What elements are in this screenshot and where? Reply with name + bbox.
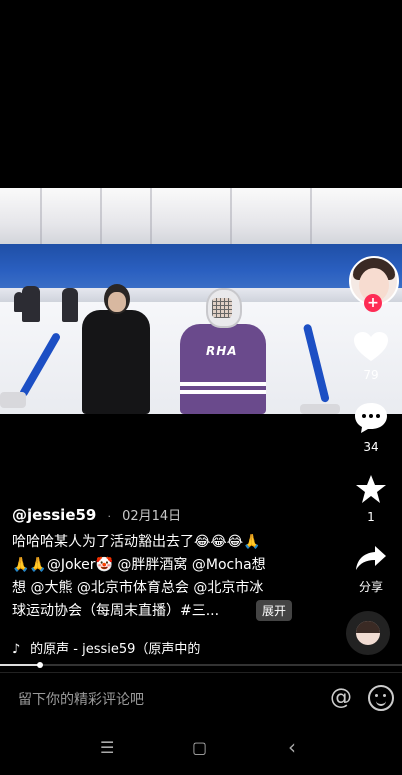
back-icon[interactable]: ‹	[288, 735, 296, 759]
comment-bubble-icon	[355, 403, 387, 433]
background-skater	[62, 288, 78, 322]
comment-button[interactable]: 34	[340, 402, 402, 454]
background-skater	[22, 286, 40, 322]
music-note-icon: ♪	[12, 642, 21, 657]
dome-rib	[310, 188, 312, 248]
hockey-player: RHA	[180, 288, 266, 414]
meta-separator: ·	[107, 510, 111, 523]
disc-avatar-hair	[356, 621, 380, 633]
arena-dome	[0, 188, 402, 248]
emoji-icon[interactable]	[368, 685, 394, 711]
share-button[interactable]: 分享	[340, 544, 402, 595]
star-icon	[356, 475, 386, 503]
dome-rib	[150, 188, 152, 248]
water-bottle	[0, 392, 26, 408]
share-label: 分享	[358, 580, 383, 594]
caption-line: 哈哈哈某人为了活动豁出去了😂😂😂🙏	[12, 534, 261, 550]
comment-count: 34	[363, 440, 379, 454]
dome-rib	[230, 188, 232, 248]
like-count: 79	[363, 368, 379, 382]
home-icon[interactable]: ▢	[192, 738, 207, 757]
dome-rib	[40, 188, 42, 248]
progress-handle[interactable]	[37, 662, 44, 668]
caption-line: 想 @大熊 @北京市体育总会 @北京市冰	[12, 580, 264, 596]
like-button[interactable]: 79	[340, 332, 402, 382]
expand-button[interactable]: 展开	[256, 600, 293, 621]
follow-button[interactable]: +	[364, 294, 382, 312]
arena-wall	[0, 244, 402, 288]
menu-icon[interactable]: ☰	[100, 738, 114, 757]
system-nav-bar: ☰ ▢ ‹	[0, 730, 402, 775]
video-progress-bar[interactable]	[0, 662, 402, 668]
music-disc[interactable]	[346, 611, 390, 655]
music-title: 的原声 - jessie59（原声中的	[30, 642, 201, 657]
water-bottle	[300, 404, 340, 414]
favorite-button[interactable]: 1	[340, 474, 402, 524]
share-arrow-icon	[356, 546, 386, 570]
caption-line: 🙏🙏@Joker🤡 @胖胖酒窝 @Mocha想	[12, 557, 266, 573]
comment-input[interactable]: 留下你的精彩评论吧	[18, 689, 144, 709]
favorite-count: 1	[367, 510, 375, 524]
person-in-black-coat	[82, 284, 150, 414]
jersey-text: RHA	[206, 344, 238, 358]
music-info[interactable]: ♪ 的原声 - jessie59（原声中的	[12, 638, 202, 657]
heart-icon	[354, 332, 388, 361]
progress-fill	[0, 664, 41, 666]
at-mention-icon[interactable]: @	[330, 685, 352, 710]
background-skater	[14, 292, 24, 312]
post-meta: @jessie59 · 02月14日	[12, 505, 342, 524]
comment-bar: 留下你的精彩评论吧 @	[0, 672, 402, 723]
dome-rib	[100, 188, 102, 248]
author-handle[interactable]: @jessie59	[12, 506, 96, 524]
post-date: 02月14日	[122, 509, 182, 524]
